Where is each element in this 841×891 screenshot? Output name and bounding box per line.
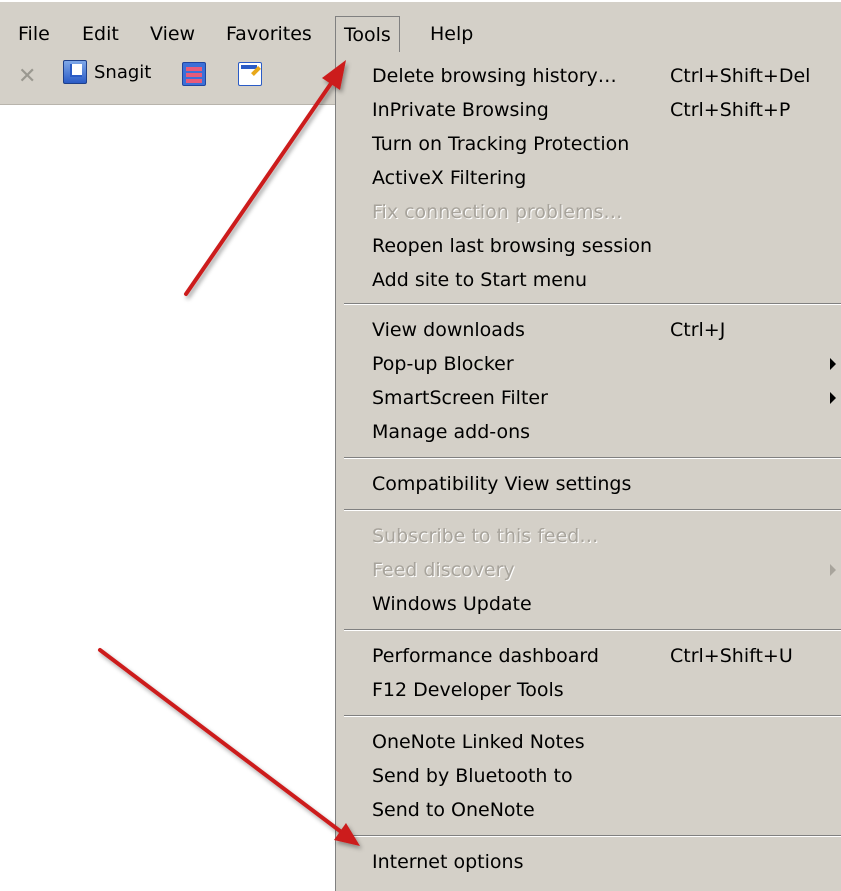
arrow-to-internet-options	[98, 648, 360, 846]
submenu-arrow-icon	[830, 358, 836, 370]
menu-item-label: Delete browsing history…	[372, 65, 617, 87]
menu-item-internet-options[interactable]: Internet options	[372, 845, 841, 879]
menu-item-delete-browsing-history[interactable]: Delete browsing history… Ctrl+Shift+Del	[372, 59, 841, 93]
menu-item-label: ActiveX Filtering	[372, 167, 527, 189]
menu-item-label: Manage add-ons	[372, 421, 531, 443]
menu-separator	[344, 629, 841, 631]
menu-item-label: Turn on Tracking Protection	[372, 133, 630, 155]
menu-item-manage-add-ons[interactable]: Manage add-ons	[372, 415, 841, 449]
menu-file[interactable]: File	[18, 22, 50, 46]
menu-item-feed-discovery: Feed discovery	[372, 553, 841, 587]
panel-icon[interactable]	[182, 62, 206, 86]
menu-item-label: Pop-up Blocker	[372, 353, 514, 375]
menu-tools[interactable]: Tools	[335, 16, 400, 52]
command-toolbar: ✕ Snagit	[0, 54, 336, 105]
menu-separator	[344, 835, 841, 837]
menu-item-windows-update[interactable]: Windows Update	[372, 587, 841, 621]
edit-icon[interactable]	[238, 62, 262, 86]
menu-help[interactable]: Help	[430, 22, 473, 46]
menu-item-activex-filtering[interactable]: ActiveX Filtering	[372, 161, 841, 195]
menu-item-shortcut: Ctrl+J	[670, 319, 726, 341]
menu-item-subscribe-to-feed: Subscribe to this feed…	[372, 519, 841, 553]
menu-item-fix-connection-problems: Fix connection problems…	[372, 195, 841, 229]
menu-item-label: Windows Update	[372, 593, 532, 615]
menu-item-label: OneNote Linked Notes	[372, 731, 585, 753]
tools-dropdown-menu: Delete browsing history… Ctrl+Shift+Del …	[335, 51, 841, 891]
snagit-button-label[interactable]: Snagit	[94, 62, 151, 83]
menu-item-smartscreen-filter[interactable]: SmartScreen Filter	[372, 381, 841, 415]
snagit-icon[interactable]	[63, 60, 87, 84]
menu-item-send-to-onenote[interactable]: Send to OneNote	[372, 793, 841, 827]
menu-item-label: Send by Bluetooth to	[372, 765, 573, 787]
menu-separator	[344, 457, 841, 459]
menu-bar-top-border	[0, 0, 841, 2]
menu-item-view-downloads[interactable]: View downloads Ctrl+J	[372, 313, 841, 347]
menu-item-tracking-protection[interactable]: Turn on Tracking Protection	[372, 127, 841, 161]
menu-item-label: Subscribe to this feed…	[372, 525, 599, 547]
menu-item-label: Internet options	[372, 851, 524, 873]
menu-separator	[344, 303, 841, 305]
menu-item-reopen-last-session[interactable]: Reopen last browsing session	[372, 229, 841, 263]
menu-item-shortcut: Ctrl+Shift+Del	[670, 65, 811, 87]
menu-item-add-site-to-start[interactable]: Add site to Start menu	[372, 263, 841, 297]
menu-item-f12-developer-tools[interactable]: F12 Developer Tools	[372, 673, 841, 707]
menu-item-label: Send to OneNote	[372, 799, 535, 821]
menu-item-label: View downloads	[372, 319, 525, 341]
menu-item-label: SmartScreen Filter	[372, 387, 548, 409]
menu-item-label: Compatibility View settings	[372, 473, 632, 495]
menu-item-label: Performance dashboard	[372, 645, 599, 667]
menu-item-label: InPrivate Browsing	[372, 99, 549, 121]
menu-edit[interactable]: Edit	[82, 22, 119, 46]
submenu-arrow-icon	[830, 392, 836, 404]
menu-item-performance-dashboard[interactable]: Performance dashboard Ctrl+Shift+U	[372, 639, 841, 673]
menu-item-label: Feed discovery	[372, 559, 515, 581]
menu-bar: File Edit View Favorites Tools Help	[0, 0, 841, 54]
menu-separator	[344, 509, 841, 511]
menu-item-onenote-linked-notes[interactable]: OneNote Linked Notes	[372, 725, 841, 759]
submenu-arrow-icon	[830, 564, 836, 576]
menu-item-shortcut: Ctrl+Shift+U	[670, 645, 793, 667]
menu-item-label: Reopen last browsing session	[372, 235, 653, 257]
menu-item-label: Add site to Start menu	[372, 269, 588, 291]
menu-item-compatibility-view-settings[interactable]: Compatibility View settings	[372, 467, 841, 501]
menu-view[interactable]: View	[150, 22, 195, 46]
menu-item-shortcut: Ctrl+Shift+P	[670, 99, 791, 121]
menu-separator	[344, 715, 841, 717]
menu-favorites[interactable]: Favorites	[226, 22, 312, 46]
menu-item-inprivate-browsing[interactable]: InPrivate Browsing Ctrl+Shift+P	[372, 93, 841, 127]
close-icon[interactable]: ✕	[18, 64, 36, 89]
menu-item-label: F12 Developer Tools	[372, 679, 564, 701]
menu-item-send-by-bluetooth[interactable]: Send by Bluetooth to	[372, 759, 841, 793]
menu-item-popup-blocker[interactable]: Pop-up Blocker	[372, 347, 841, 381]
menu-item-label: Fix connection problems…	[372, 201, 623, 223]
